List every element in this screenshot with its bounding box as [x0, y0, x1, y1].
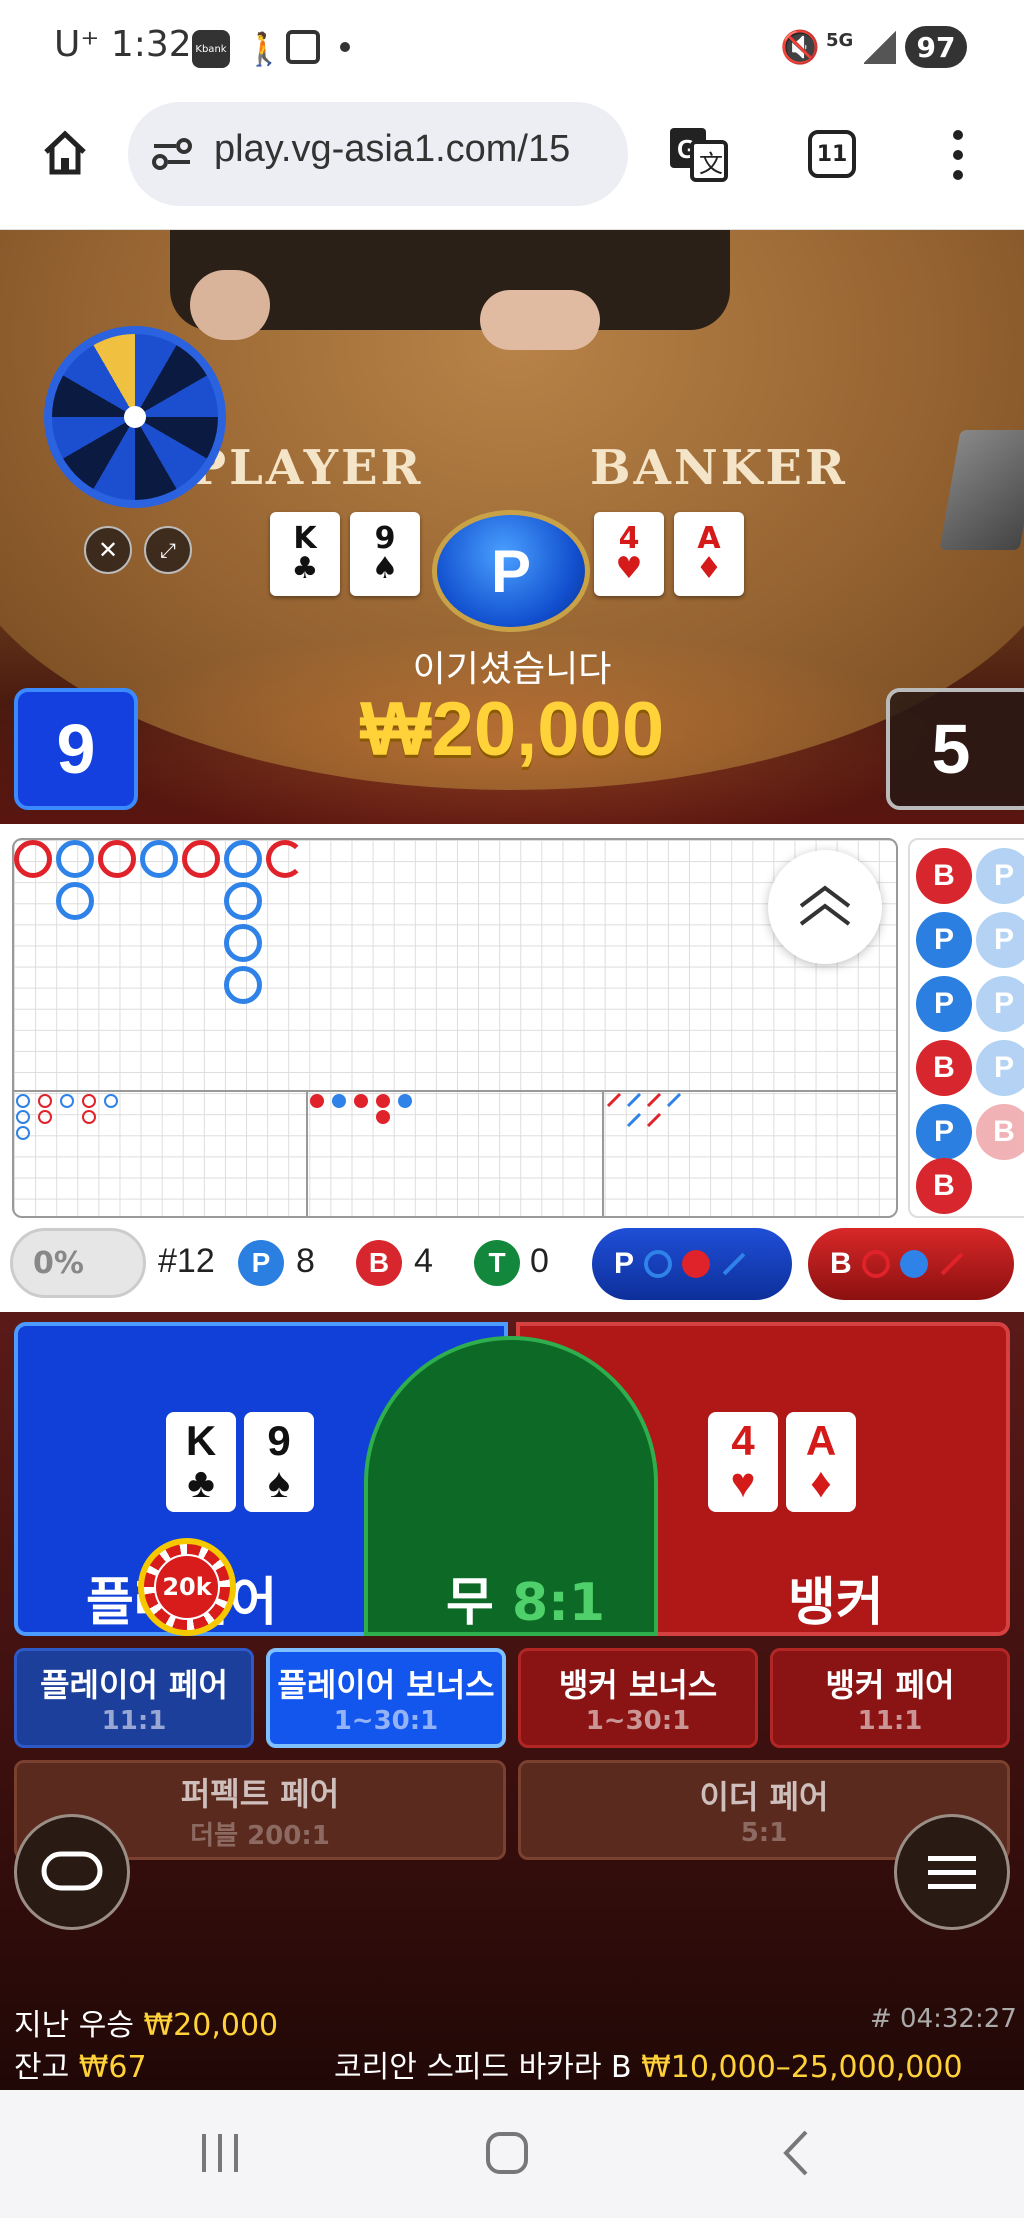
road-mark-banker	[14, 840, 52, 878]
dealer-hand-right	[480, 290, 600, 350]
banker-bet-label: 뱅커	[788, 1573, 884, 1633]
table-card: A ♦	[674, 512, 744, 596]
signal-icon	[864, 30, 896, 64]
banker-bet-cards: 4 ♥ A ♦	[708, 1412, 856, 1512]
battery-indicator: 97	[905, 26, 967, 68]
site-settings-icon[interactable]	[150, 134, 194, 174]
road-mark-banker	[98, 840, 136, 878]
accessibility-icon: 🚶	[244, 30, 284, 68]
big-road-grid[interactable]	[12, 838, 898, 1218]
tab-switcher-button[interactable]: 11	[808, 130, 856, 178]
game-id: # 04:32:27	[870, 2004, 1017, 2034]
bet-card: 4 ♥	[708, 1412, 778, 1512]
bead-mark-faded: P	[976, 912, 1024, 968]
player-bonus-bet[interactable]: 플레이어 보너스 1~30:1	[266, 1648, 506, 1748]
big-eye-road	[16, 1094, 124, 1140]
player-count-icon: P	[238, 1240, 284, 1286]
road-mark-player	[140, 840, 178, 878]
player-predict-button[interactable]: P	[592, 1228, 792, 1300]
banker-predict-button[interactable]: B	[808, 1228, 1014, 1300]
player-bet-cards: K ♣ 9 ♠	[166, 1412, 314, 1512]
road-mark-player	[56, 882, 94, 920]
player-pair-bet[interactable]: 플레이어 페어 11:1	[14, 1648, 254, 1748]
bet-card: A ♦	[786, 1412, 856, 1512]
bead-plate[interactable]: B P P B P B P P P P B	[908, 838, 1024, 1218]
win-amount: ₩20,000	[359, 687, 665, 772]
table-info: 코리안 스피드 바카라 B ₩10,000–25,000,000	[334, 2050, 963, 2085]
road-mark-player	[56, 840, 94, 878]
status-time: U⁺ 1:32	[54, 24, 192, 65]
tie-count-icon: T	[474, 1240, 520, 1286]
bead-mark-faded: P	[976, 1040, 1024, 1096]
banker-table-label: BANKER	[590, 440, 848, 496]
bead-mark-faded: P	[976, 976, 1024, 1032]
player-score: 9	[14, 688, 138, 810]
player-count: 8	[296, 1242, 315, 1280]
tie-bet-label: 무 8:1	[446, 1573, 606, 1633]
banker-table-cards: 4 ♥ A ♦	[594, 512, 744, 596]
road-mark-player	[224, 966, 262, 1004]
dealer-hand-left	[190, 270, 270, 340]
bead-mark-faded: B	[976, 1104, 1024, 1160]
road-mark-banker	[182, 840, 220, 878]
balance: 잔고 ₩67	[14, 2050, 147, 2085]
dot-icon	[340, 42, 350, 52]
banker-bonus-bet[interactable]: 뱅커 보너스 1~30:1	[518, 1648, 758, 1748]
placed-chip[interactable]: 20k	[138, 1538, 236, 1636]
table-card: K ♣	[270, 512, 340, 596]
banker-count-icon: B	[356, 1240, 402, 1286]
banker-count: 4	[414, 1242, 433, 1280]
small-road	[310, 1094, 418, 1124]
collapse-chevron-icon[interactable]	[768, 850, 882, 964]
road-mark-player	[224, 882, 262, 920]
bead-mark: B	[916, 1158, 972, 1214]
chat-icon[interactable]	[14, 1814, 130, 1930]
win-message: 이기셨습니다	[412, 649, 612, 690]
banker-score: 5	[886, 688, 1024, 810]
svg-text:文: 文	[699, 151, 723, 178]
bead-mark: P	[916, 912, 972, 968]
banker-pair-bet[interactable]: 뱅커 페어 11:1	[770, 1648, 1010, 1748]
cockroach-road	[604, 1090, 694, 1130]
fullscreen-icon[interactable]: ⤢	[144, 526, 192, 574]
table-card: 9 ♠	[350, 512, 420, 596]
bet-card: 9 ♠	[244, 1412, 314, 1512]
bead-mark-faded: P	[976, 848, 1024, 904]
result-badge: P	[432, 510, 590, 632]
bet-card: K ♣	[166, 1412, 236, 1512]
translate-icon[interactable]: G文	[668, 124, 730, 184]
road-mark-banker	[266, 840, 304, 878]
grid-divider	[306, 1090, 308, 1218]
close-icon[interactable]: ✕	[84, 526, 132, 574]
bead-mark: B	[916, 1040, 972, 1096]
url-text[interactable]: play.vg-asia1.com/15	[214, 128, 570, 171]
bonus-wheel-icon[interactable]	[44, 326, 226, 508]
network-icon: 5G	[826, 30, 854, 51]
percent-toggle[interactable]: 0%	[10, 1228, 146, 1298]
mute-icon: 🔇	[780, 28, 820, 66]
home-icon[interactable]	[40, 128, 90, 178]
player-table-label: PLAYER	[190, 440, 424, 496]
road-mark-player	[224, 924, 262, 962]
last-win: 지난 우승 ₩20,000	[14, 2008, 279, 2043]
player-table-cards: K ♣ 9 ♠	[270, 512, 420, 596]
status-bar: U⁺ 1:32 Kbank 🚶 🔇 5G 97	[0, 0, 1024, 96]
back-icon[interactable]	[772, 2128, 822, 2178]
more-menu-icon[interactable]	[950, 130, 966, 180]
kbank-icon: Kbank	[192, 30, 230, 68]
round-number: #12	[158, 1242, 215, 1280]
recent-apps-icon[interactable]	[196, 2128, 246, 2178]
screenshot-icon	[286, 30, 320, 64]
table-card: 4 ♥	[594, 512, 664, 596]
bead-mark: B	[916, 848, 972, 904]
road-mark-player	[224, 840, 262, 878]
bead-mark: P	[916, 976, 972, 1032]
bead-mark: P	[916, 1104, 972, 1160]
menu-icon[interactable]	[894, 1814, 1010, 1930]
home-nav-icon[interactable]	[482, 2128, 532, 2178]
grid-divider	[12, 1090, 898, 1092]
tie-count: 0	[530, 1242, 549, 1280]
